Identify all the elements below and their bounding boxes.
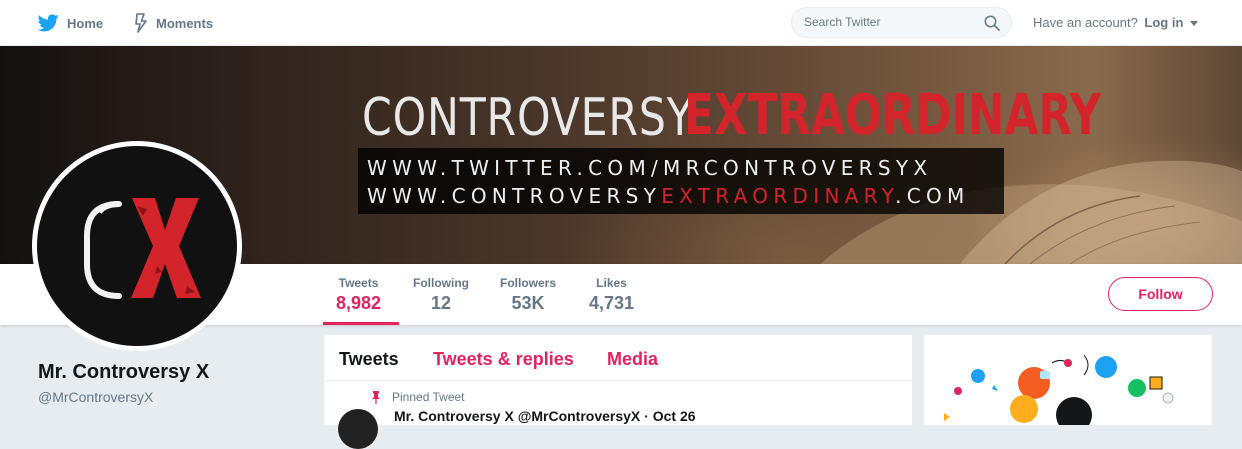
banner-title-white: CONTROVERSY	[362, 88, 694, 148]
sidebar-card	[924, 335, 1212, 425]
search-input[interactable]	[804, 15, 974, 29]
avatar-letter-right: X	[165, 304, 172, 315]
timeline-panel: Tweets Tweets & replies Media Pinned Twe…	[324, 335, 912, 449]
tab-media[interactable]: Media	[607, 349, 658, 370]
nav-moments-label: Moments	[156, 15, 214, 31]
banner-urls: WWW.TWITTER.COM/MRCONTROVERSYX WWW.CONTR…	[358, 148, 1004, 214]
account-prompt: Have an account?	[1033, 15, 1138, 30]
profile-handle[interactable]: @MrControversyX	[38, 389, 153, 405]
stat-tweets-value: 8,982	[336, 293, 382, 313]
tweet-avatar[interactable]	[338, 409, 378, 449]
banner-url-twitter: WWW.TWITTER.COM/MRCONTROVERSYX	[367, 156, 933, 180]
nav-home-link[interactable]: Home	[38, 0, 103, 46]
search-icon[interactable]	[984, 15, 1000, 31]
stat-following-label: Following	[413, 276, 469, 290]
login-link[interactable]: Log in	[1144, 15, 1183, 30]
caret-down-icon[interactable]	[1190, 21, 1199, 27]
cx-logo: C X	[84, 198, 201, 315]
banner-url-website: WWW.CONTROVERSYEXTRAORDINARY.COM	[367, 182, 1004, 210]
tab-tweets[interactable]: Tweets	[339, 349, 399, 370]
profile-name[interactable]: Mr. Controversy X	[38, 361, 209, 384]
stat-following[interactable]: Following 12	[413, 276, 469, 314]
tab-tweets-and-replies[interactable]: Tweets & replies	[433, 349, 574, 370]
sidebar-illustration	[944, 354, 1174, 425]
pinned-tweet-label: Pinned Tweet	[392, 390, 465, 404]
stat-likes-value: 4,731	[589, 293, 635, 313]
tweet-header[interactable]: Mr. Controversy X @MrControversyX · Oct …	[394, 408, 696, 424]
top-navigation-bar: Home Moments Have an account? Log in	[0, 0, 1242, 46]
twitter-bird-icon	[38, 14, 59, 32]
nav-home-label: Home	[67, 15, 104, 31]
avatar-letter-left: C	[93, 304, 100, 315]
lightning-bolt-icon	[135, 13, 147, 33]
stat-followers-value: 53K	[511, 293, 545, 313]
stat-tweets-label: Tweets	[338, 276, 379, 290]
stat-followers-label: Followers	[500, 276, 557, 290]
account-area: Have an account? Log in	[1033, 15, 1199, 30]
timeline-tabs: Tweets Tweets & replies Media	[324, 335, 912, 381]
stat-followers[interactable]: Followers 53K	[500, 276, 556, 314]
banner-title-red: EXTRAORDINARY	[684, 83, 1102, 148]
nav-moments-link[interactable]: Moments	[134, 0, 213, 46]
banner-title: CONTROVERSY EXTRAORDINARY	[362, 60, 1219, 148]
avatar-image: C X	[37, 146, 237, 346]
stat-likes[interactable]: Likes 4,731	[589, 276, 634, 314]
active-stat-underline	[323, 322, 399, 325]
stat-likes-label: Likes	[596, 276, 627, 290]
avatar[interactable]: C X	[32, 141, 242, 351]
pinned-tweet-header: Pinned Tweet	[370, 390, 465, 404]
url2-suffix: .COM	[895, 184, 970, 208]
pin-icon	[372, 390, 380, 404]
stat-following-value: 12	[430, 293, 452, 313]
follow-button[interactable]: Follow	[1108, 277, 1213, 311]
url2-prefix: WWW.CONTROVERSY	[367, 184, 662, 208]
stat-tweets[interactable]: Tweets 8,982	[336, 276, 381, 314]
search-box	[791, 7, 1012, 38]
url2-red: EXTRAORDINARY	[661, 184, 896, 208]
